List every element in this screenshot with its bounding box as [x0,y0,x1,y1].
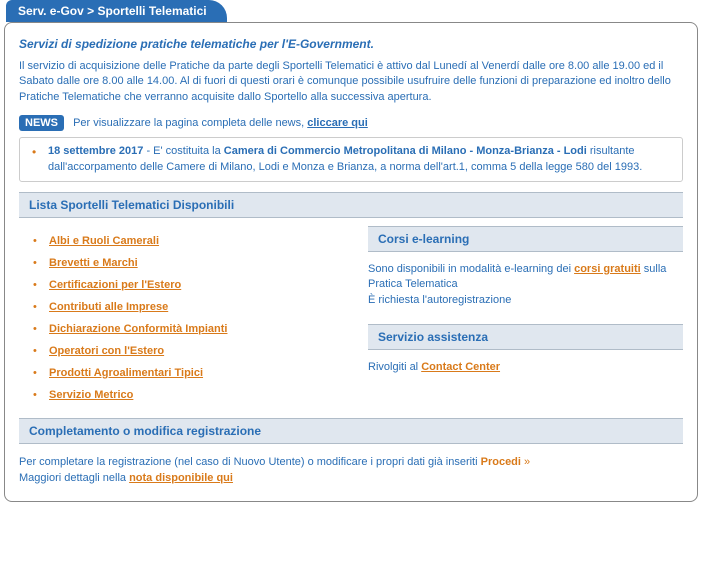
list-item: Dichiarazione Conformità Impianti [33,318,348,340]
list-item: Certificazioni per l'Estero [33,274,348,296]
link-dichiarazione-conformita[interactable]: Dichiarazione Conformità Impianti [49,323,227,335]
link-operatori-estero[interactable]: Operatori con l'Estero [49,345,164,357]
news-heading-line: NEWS Per visualizzare la pagina completa… [19,115,683,131]
link-contributi-imprese[interactable]: Contributi alle Imprese [49,301,168,313]
intro-text: Il servizio di acquisizione delle Pratic… [19,59,683,105]
list-item: Servizio Metrico [33,384,348,406]
assist-header: Servizio assistenza [368,324,683,350]
page-subtitle: Servizi di spedizione pratiche telematic… [19,37,683,51]
nota-link[interactable]: nota disponibile qui [129,472,233,484]
news-item: 18 settembre 2017 - E' costituita la Cam… [19,137,683,182]
elearning-text3: È richiesta l'autoregistrazione [368,294,511,306]
link-brevetti-marchi[interactable]: Brevetti e Marchi [49,257,138,269]
completion-block: Per completare la registrazione (nel cas… [19,454,683,487]
elearning-courses-link[interactable]: corsi gratuiti [574,263,641,275]
elearning-header: Corsi e-learning [368,226,683,252]
list-item: Albi e Ruoli Camerali [33,230,348,252]
assist-text: Rivolgiti al [368,361,421,373]
news-item-date: 18 settembre 2017 [48,145,143,157]
elearning-block: Sono disponibili in modalità e-learning … [368,262,683,308]
breadcrumb-tab: Serv. e-Gov > Sportelli Telematici [6,0,227,22]
sportelli-list: Albi e Ruoli Camerali Brevetti e Marchi … [33,230,348,406]
completion-text2: Maggiori dettagli nella [19,472,129,484]
arrow-icon: » [521,456,530,468]
news-lead-text: Per visualizzare la pagina completa dell… [73,117,307,129]
completion-header: Completamento o modifica registrazione [19,418,683,444]
list-header: Lista Sportelli Telematici Disponibili [19,192,683,218]
link-certificazioni-estero[interactable]: Certificazioni per l'Estero [49,279,181,291]
link-albi-ruoli[interactable]: Albi e Ruoli Camerali [49,235,159,247]
news-tag: NEWS [19,115,64,131]
news-all-link[interactable]: cliccare qui [307,117,368,129]
list-item: Operatori con l'Estero [33,340,348,362]
contact-center-link[interactable]: Contact Center [421,361,500,373]
completion-text1: Per completare la registrazione (nel cas… [19,456,481,468]
procedi-link[interactable]: Procedi [481,456,521,468]
news-item-pre: - E' costituita la [143,145,223,157]
link-servizio-metrico[interactable]: Servizio Metrico [49,389,133,401]
list-item: Contributi alle Imprese [33,296,348,318]
news-item-title: Camera di Commercio Metropolitana di Mil… [224,145,587,157]
elearning-text1: Sono disponibili in modalità e-learning … [368,263,574,275]
main-container: Servizi di spedizione pratiche telematic… [4,22,698,502]
list-item: Brevetti e Marchi [33,252,348,274]
assist-block: Rivolgiti al Contact Center [368,360,683,375]
list-item: Prodotti Agroalimentari Tipici [33,362,348,384]
link-prodotti-agroalimentari[interactable]: Prodotti Agroalimentari Tipici [49,367,203,379]
